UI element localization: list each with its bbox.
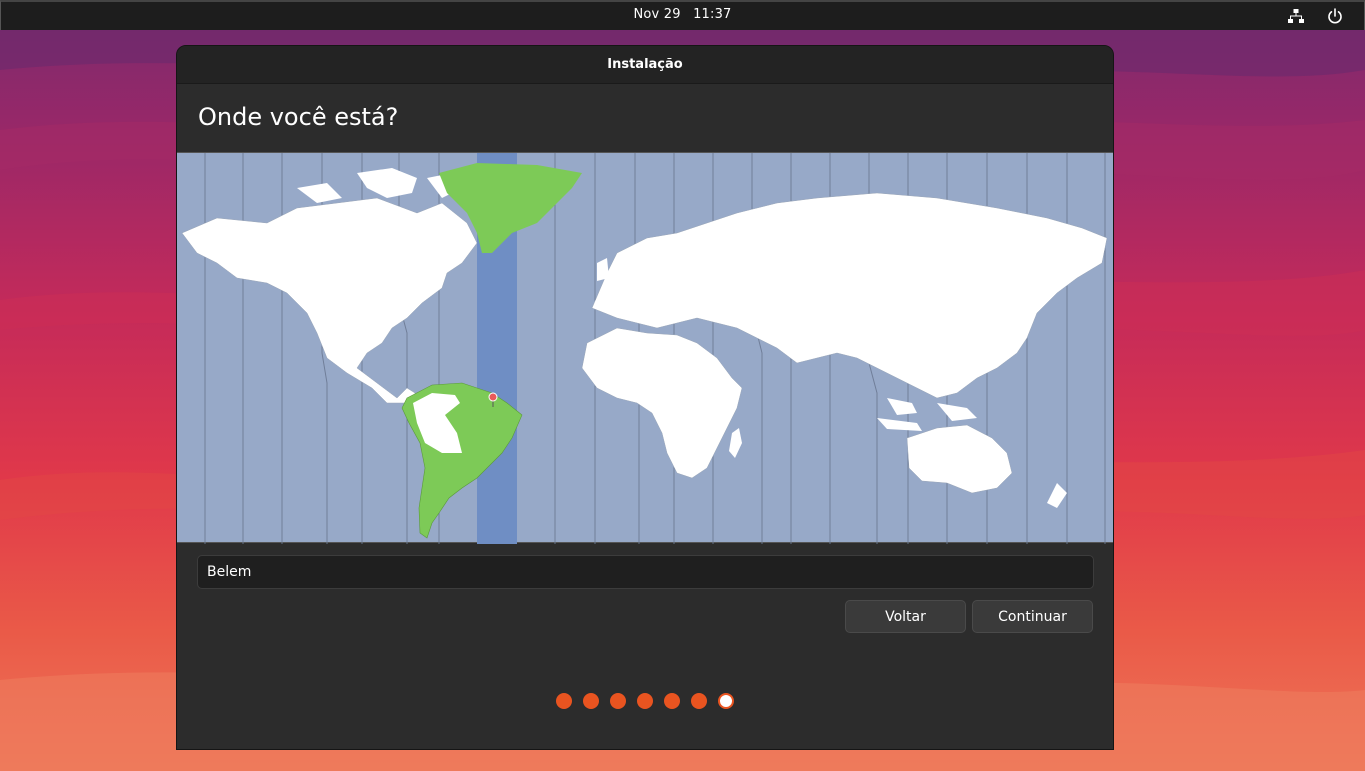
progress-dots	[177, 693, 1113, 709]
timezone-map[interactable]	[177, 152, 1113, 544]
window-title: Instalação	[607, 57, 683, 72]
progress-dot	[691, 693, 707, 709]
landmass-australia	[906, 424, 1013, 494]
back-button[interactable]: Voltar	[845, 600, 966, 633]
progress-dot-current	[718, 693, 734, 709]
landmass-africa	[581, 327, 743, 479]
progress-dot	[637, 693, 653, 709]
page-title: Onde você está?	[198, 103, 399, 131]
progress-dot	[556, 693, 572, 709]
clock[interactable]: Nov 29 11:37	[1, 7, 1364, 22]
progress-dot	[583, 693, 599, 709]
clock-date: Nov 29	[633, 7, 681, 22]
power-icon[interactable]	[1327, 8, 1343, 24]
clock-time: 11:37	[693, 7, 732, 22]
continue-button[interactable]: Continuar	[972, 600, 1093, 633]
progress-dot	[664, 693, 680, 709]
progress-dot	[610, 693, 626, 709]
location-input[interactable]	[197, 555, 1094, 589]
installer-window: Instalação Onde você está? Belem Voltar …	[176, 45, 1114, 750]
window-titlebar[interactable]: Instalação	[177, 46, 1113, 84]
top-bar: Nov 29 11:37	[0, 0, 1365, 30]
network-icon[interactable]	[1288, 8, 1304, 24]
landmass-north-america	[181, 197, 478, 409]
